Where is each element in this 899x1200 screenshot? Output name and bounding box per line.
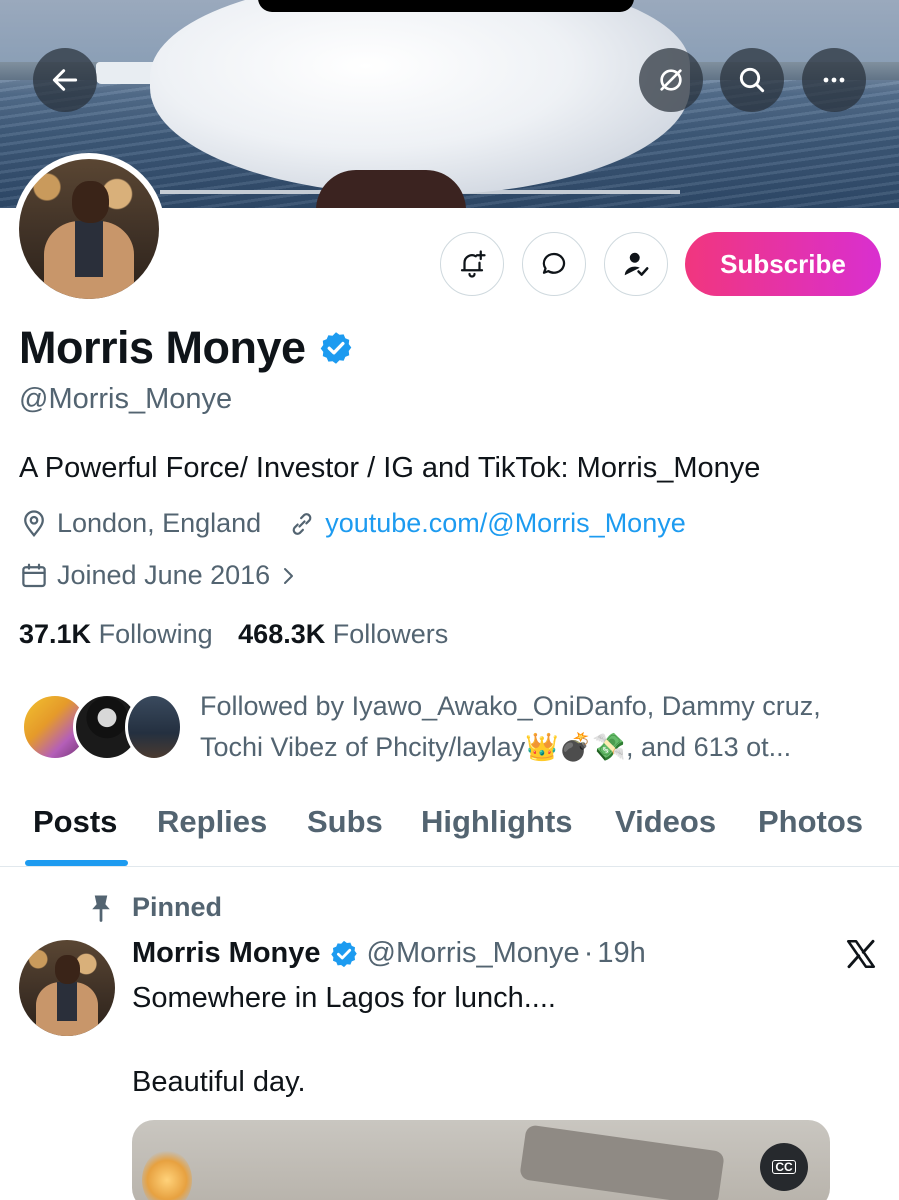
calendar-icon — [22, 563, 46, 587]
back-arrow-icon — [52, 69, 78, 91]
avatar-image — [19, 159, 159, 299]
banner-person — [316, 170, 466, 208]
grok-icon — [660, 69, 682, 91]
profile-name: Morris Monye — [19, 322, 306, 373]
post-author-name[interactable]: Morris Monye — [132, 937, 321, 970]
x-logo-icon[interactable] — [843, 937, 879, 971]
verified-badge-icon[interactable] — [318, 330, 354, 366]
grok-button[interactable] — [639, 48, 703, 112]
active-tab-indicator — [25, 860, 128, 866]
post-header: Morris Monye @Morris_Monye · 19h — [132, 937, 646, 970]
profile-handle: @Morris_Monye — [19, 383, 233, 415]
tab-posts[interactable]: Posts — [33, 804, 117, 840]
profile-avatar[interactable] — [13, 153, 165, 305]
profile-website-link[interactable]: youtube.com/@Morris_Monye — [325, 508, 686, 539]
followed-by-avatars[interactable] — [21, 693, 191, 763]
profile-stats: 37.1K Following 468.3K Followers — [19, 619, 448, 650]
more-icon — [823, 77, 845, 83]
post-author-handle[interactable]: @Morris_Monye — [367, 937, 580, 970]
search-icon — [739, 67, 765, 93]
followers-link[interactable]: 468.3K Followers — [238, 619, 448, 649]
chat-bubble-icon — [542, 252, 566, 274]
post-separator: · — [583, 937, 594, 969]
followed-by-line-1: Followed by Iyawo_Awako_OniDanfo, Dammy … — [200, 691, 821, 721]
link-icon — [292, 512, 312, 535]
pinned-label: Pinned — [132, 892, 223, 922]
following-link[interactable]: 37.1K Following — [19, 619, 213, 649]
captions-icon: CC — [772, 1160, 796, 1174]
notifications-button[interactable] — [440, 232, 504, 296]
following-count: 37.1K — [19, 619, 92, 649]
profile-tabs: Posts Replies Subs Highlights Videos Pho… — [0, 800, 899, 867]
followed-by-text[interactable]: Followed by Iyawo_Awako_OniDanfo, Dammy … — [200, 686, 890, 768]
tab-subs[interactable]: Subs — [307, 804, 383, 840]
subscribe-button[interactable]: Subscribe — [685, 232, 881, 296]
profile-name-row: Morris Monye — [19, 322, 354, 374]
post-text-line-2: Beautiful day. — [132, 1066, 306, 1098]
followed-by-line-2: Tochi Vibez of Phcity/laylay👑💣💸, and 613… — [200, 732, 792, 762]
profile-bio: A Powerful Force/ Investor / IG and TikT… — [19, 452, 761, 484]
back-button[interactable] — [33, 48, 97, 112]
tab-photos[interactable]: Photos — [758, 804, 863, 840]
tab-highlights[interactable]: Highlights — [421, 804, 573, 840]
profile-location: London, England — [57, 508, 262, 538]
pin-icon — [92, 895, 110, 922]
tab-videos[interactable]: Videos — [615, 804, 716, 840]
video-frame-object — [519, 1124, 725, 1200]
location-pin-icon — [24, 509, 44, 537]
post-text-line-1: Somewhere in Lagos for lunch.... — [132, 982, 556, 1014]
message-button[interactable] — [522, 232, 586, 296]
verified-badge-icon — [330, 940, 357, 967]
follower-avatar — [125, 693, 183, 761]
search-button[interactable] — [720, 48, 784, 112]
post-author-avatar[interactable] — [19, 940, 115, 1036]
post-avatar-image — [19, 940, 115, 1036]
followers-count: 468.3K — [238, 619, 326, 649]
device-notch — [258, 0, 634, 12]
followers-label: Followers — [332, 619, 449, 649]
profile-meta-row: London, England youtube.com/@Morris_Mony… — [19, 508, 686, 539]
profile-joined-date: Joined June 2016 — [57, 560, 271, 590]
chevron-right-icon — [284, 567, 294, 584]
post-video[interactable] — [132, 1120, 830, 1200]
more-button[interactable] — [802, 48, 866, 112]
tab-replies[interactable]: Replies — [157, 804, 267, 840]
person-check-icon — [624, 252, 649, 276]
following-label: Following — [98, 619, 213, 649]
post-timestamp[interactable]: 19h — [597, 937, 645, 970]
pinned-indicator: Pinned — [88, 892, 222, 923]
captions-button[interactable]: CC — [760, 1143, 808, 1191]
profile-joined-row[interactable]: Joined June 2016 — [19, 560, 308, 591]
bell-plus-icon — [460, 250, 486, 278]
following-button[interactable] — [604, 232, 668, 296]
video-frame-light — [142, 1150, 192, 1200]
